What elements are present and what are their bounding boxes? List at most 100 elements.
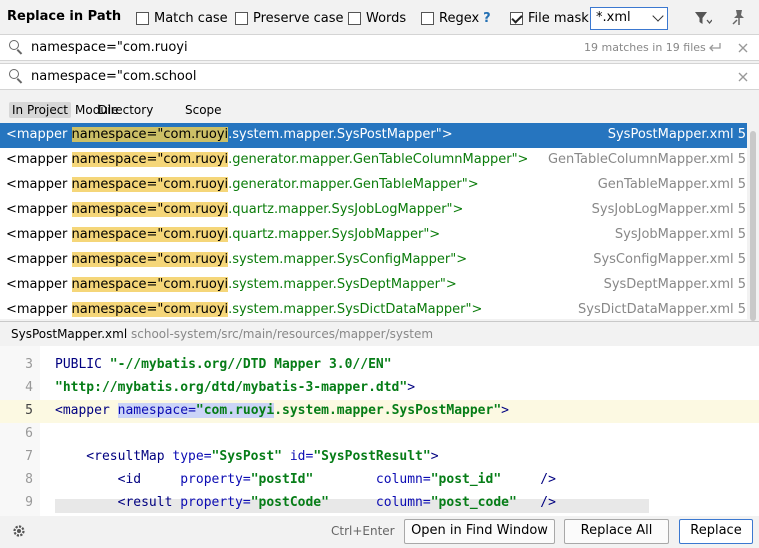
regex-option[interactable]: Regex ? [421, 10, 491, 26]
result-match: namespace="com.ruoyi [71, 277, 229, 292]
result-text: <mapper namespace="com.ruoyi.system.mapp… [6, 127, 453, 142]
result-row[interactable]: <mapper namespace="com.ruoyi.quartz.mapp… [0, 198, 747, 223]
words-label: Words [366, 10, 407, 26]
result-match: namespace="com.ruoyi [71, 302, 229, 317]
dialog-header: Replace in Path Match case Preserve case… [0, 0, 759, 36]
results-list[interactable]: <mapper namespace="com.ruoyi.system.mapp… [0, 123, 747, 319]
code-string: "http://mybatis.org/dtd/mybatis-3-mapper… [55, 380, 408, 395]
search-icon [9, 40, 19, 50]
search-icon [9, 69, 19, 79]
result-prefix: <mapper [6, 227, 72, 242]
replace-button[interactable]: Replace [679, 519, 753, 544]
words-option[interactable]: Words [348, 10, 406, 26]
line-number: 6 [25, 426, 33, 441]
line-number: 8 [25, 472, 33, 487]
result-file: SysDictDataMapper.xml 5 [578, 302, 746, 317]
scope-in-project[interactable]: In Project [9, 102, 72, 118]
results-scrollbar[interactable] [747, 123, 759, 321]
find-input[interactable]: namespace="com.ruoyi [31, 40, 188, 55]
result-row[interactable]: <mapper namespace="com.ruoyi.system.mapp… [0, 298, 747, 319]
file-mask-label: File mask: [528, 10, 594, 26]
result-file: SysDeptMapper.xml 5 [603, 277, 746, 292]
scrollbar-thumb[interactable] [750, 131, 756, 321]
result-row[interactable]: <mapper namespace="com.ruoyi.system.mapp… [0, 123, 747, 148]
result-rest: .quartz.mapper.SysJobMapper"> [228, 227, 441, 242]
code-string: "postId" [250, 472, 376, 487]
filter-icon[interactable] [694, 10, 712, 26]
regex-checkbox[interactable] [421, 11, 434, 25]
code-string: "post_id" [430, 472, 502, 487]
result-row[interactable]: <mapper namespace="com.ruoyi.quartz.mapp… [0, 223, 747, 248]
result-rest: .system.mapper.SysDeptMapper"> [228, 277, 457, 292]
code-attr: namespace= [117, 403, 196, 418]
code-string: .system.mapper.SysPostMapper" [274, 403, 502, 418]
scope-scope[interactable]: Scope [182, 102, 225, 118]
shortcut-hint: Ctrl+Enter [331, 524, 395, 538]
preserve-case-checkbox[interactable] [235, 11, 248, 25]
result-prefix: <mapper [6, 252, 72, 267]
result-rest: .system.mapper.SysPostMapper"> [228, 127, 453, 142]
newline-icon[interactable] [708, 42, 722, 54]
result-row[interactable]: <mapper namespace="com.ruoyi.generator.m… [0, 173, 747, 198]
result-text: <mapper namespace="com.ruoyi.generator.m… [6, 152, 528, 167]
preserve-case-label: Preserve case [253, 10, 344, 26]
file-mask-dropdown[interactable]: *.xml [590, 7, 668, 30]
code-token: > [407, 380, 416, 395]
result-prefix: <mapper [6, 177, 72, 192]
result-prefix: <mapper [6, 277, 72, 292]
replace-all-button[interactable]: Replace All [564, 519, 669, 544]
result-file: GenTableColumnMapper.xml 5 [547, 152, 746, 167]
result-match: namespace="com.ruoyi [71, 177, 229, 192]
code-string: "SysPostResult" [313, 449, 431, 464]
code-attr: id= [289, 449, 314, 464]
pin-icon[interactable] [731, 9, 747, 26]
code-attr: property= [180, 472, 251, 487]
match-case-checkbox[interactable] [136, 11, 149, 25]
code-token: > [430, 449, 439, 464]
result-row[interactable]: <mapper namespace="com.ruoyi.generator.m… [0, 148, 747, 173]
result-rest: .system.mapper.SysDictDataMapper"> [228, 302, 483, 317]
dialog-title: Replace in Path [7, 9, 122, 24]
words-checkbox[interactable] [348, 11, 361, 25]
code-preview[interactable]: 3 PUBLIC "-//mybatis.org//DTD Mapper 3.0/… [0, 346, 759, 516]
match-case-option[interactable]: Match case [136, 10, 228, 26]
gear-icon[interactable] [11, 523, 27, 539]
clear-replace-icon[interactable] [738, 72, 748, 82]
code-token: /> [516, 495, 556, 510]
code-line: <mapper namespace="com.ruoyi.system.mapp… [55, 403, 509, 418]
regex-label: Regex [439, 10, 480, 26]
result-prefix: <mapper [6, 302, 72, 317]
preserve-case-option[interactable]: Preserve case [235, 10, 344, 26]
code-string: "SysPost" [211, 449, 290, 464]
code-string: "-//mybatis.org//DTD Mapper 3.0//EN" [109, 357, 392, 372]
scope-directory[interactable]: Directory [95, 102, 156, 118]
result-match: namespace="com.ruoyi [71, 202, 229, 217]
find-field[interactable]: namespace="com.ruoyi 19 matches in 19 fi… [0, 34, 759, 61]
code-attr: column= [375, 472, 431, 487]
code-token: <resultMap [55, 449, 173, 464]
result-row[interactable]: <mapper namespace="com.ruoyi.system.mapp… [0, 248, 747, 273]
regex-help-icon[interactable]: ? [483, 11, 491, 26]
code-token: /> [501, 472, 556, 487]
open-in-find-window-button[interactable]: Open in Find Window [404, 519, 555, 544]
preview-path-bar: SysPostMapper.xml school-system/src/main… [0, 321, 759, 346]
result-text: <mapper namespace="com.ruoyi.system.mapp… [6, 277, 457, 292]
line-number: 5 [25, 403, 33, 418]
result-row[interactable]: <mapper namespace="com.ruoyi.system.mapp… [0, 273, 747, 298]
preview-file-path: school-system/src/main/resources/mapper/… [131, 327, 434, 341]
result-prefix: <mapper [6, 127, 72, 142]
replace-field[interactable]: namespace="com.school [0, 63, 759, 90]
result-rest: .system.mapper.SysConfigMapper"> [228, 252, 468, 267]
clear-find-icon[interactable] [738, 43, 748, 53]
result-match: namespace="com.ruoyi [71, 227, 229, 242]
file-mask-option[interactable]: File mask: [510, 10, 593, 26]
result-text: <mapper namespace="com.ruoyi.system.mapp… [6, 252, 467, 267]
replace-input[interactable]: namespace="com.school [31, 69, 196, 84]
file-mask-checkbox[interactable] [510, 11, 523, 25]
result-text: <mapper namespace="com.ruoyi.quartz.mapp… [6, 202, 463, 217]
line-number: 7 [25, 449, 33, 464]
result-file: SysJobLogMapper.xml 5 [591, 202, 746, 217]
result-file: SysJobMapper.xml 5 [614, 227, 746, 242]
result-prefix: <mapper [6, 202, 72, 217]
result-file: SysPostMapper.xml 5 [607, 127, 746, 142]
